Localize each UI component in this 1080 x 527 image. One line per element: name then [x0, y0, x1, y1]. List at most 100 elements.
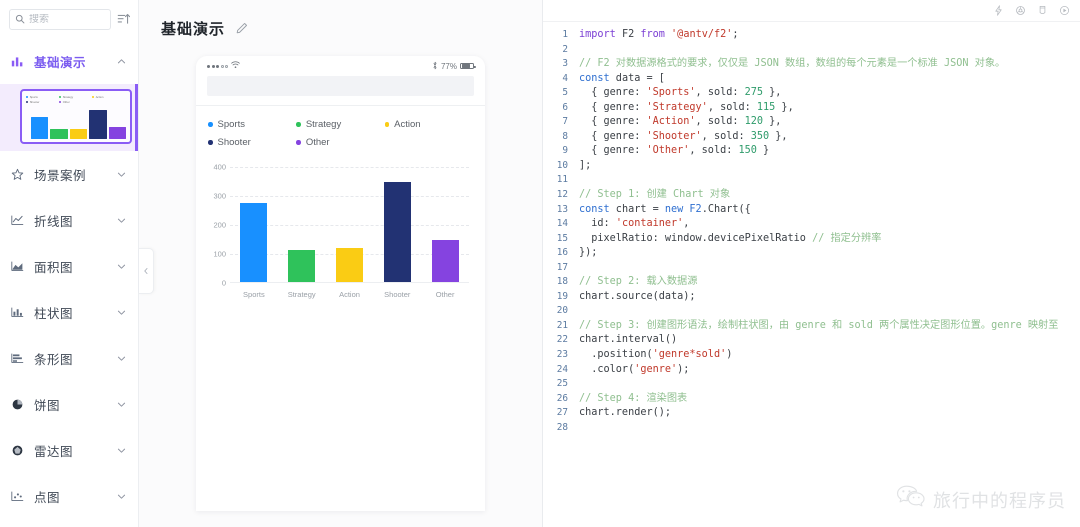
code-text[interactable]: }); — [579, 246, 1080, 261]
sidebar-item-label: 饼图 — [34, 398, 61, 413]
sidebar-item-饼图[interactable]: 饼图 — [0, 381, 138, 427]
chevron-down-icon[interactable] — [116, 307, 127, 318]
legend-item[interactable]: Action — [384, 119, 473, 130]
line-number: 23 — [556, 349, 568, 361]
code-panel: 1 import F2 from '@antv/f2'; 2 3// F2 对数据源格… — [542, 0, 1080, 527]
code-token: // Step 1: 创建 Chart 对象 — [579, 189, 731, 201]
code-token: } — [756, 145, 770, 157]
code-text[interactable]: ]; — [579, 159, 1080, 174]
sidebar-collapse-handle[interactable] — [139, 248, 154, 294]
sort-icon[interactable] — [117, 13, 131, 26]
code-text[interactable]: // Step 2: 载入数据源 — [579, 275, 1080, 290]
code-text[interactable] — [579, 377, 1080, 392]
sidebar-item-条形图[interactable]: 条形图 — [0, 335, 138, 381]
bar-cell[interactable] — [230, 167, 278, 283]
code-text[interactable]: .color('genre'); — [579, 363, 1080, 378]
legend-item[interactable]: Shooter — [208, 137, 296, 148]
code-text[interactable]: { genre: 'Sports', sold: 275 }, — [579, 86, 1080, 101]
bar-cell[interactable] — [421, 167, 469, 283]
bar-cell[interactable] — [278, 167, 326, 283]
run-icon[interactable] — [1059, 5, 1070, 16]
search-input[interactable] — [29, 14, 105, 25]
code-line: 17 — [543, 261, 1080, 276]
chevron-down-icon[interactable] — [116, 261, 127, 272]
sidebar-item-面积图[interactable]: 面积图 — [0, 243, 138, 289]
code-text[interactable]: // Step 4: 渲染图表 — [579, 392, 1080, 407]
chevron-down-icon[interactable] — [116, 491, 127, 502]
code-text[interactable] — [579, 173, 1080, 188]
sidebar-item-基础演示[interactable]: 基础演示 — [0, 38, 138, 84]
code-token: ); — [677, 363, 690, 375]
chevron-down-icon[interactable] — [116, 215, 127, 226]
code-token: }, — [763, 116, 782, 128]
line-number: 9 — [562, 145, 568, 157]
sidebar-item-雷达图[interactable]: 雷达图 — [0, 427, 138, 473]
code-toolbar — [543, 0, 1080, 22]
code-text[interactable]: { genre: 'Other', sold: 150 } — [579, 144, 1080, 159]
legend-item[interactable]: Sports — [208, 119, 296, 130]
code-line: 25 — [543, 377, 1080, 392]
chevron-down-icon[interactable] — [116, 399, 127, 410]
code-text[interactable]: { genre: 'Action', sold: 120 }, — [579, 115, 1080, 130]
chevron-left-icon — [142, 262, 150, 280]
copy-icon[interactable] — [1037, 5, 1048, 16]
line-number: 18 — [556, 276, 568, 288]
chevron-down-icon[interactable] — [116, 445, 127, 456]
area-chart-icon — [11, 259, 25, 273]
code-text[interactable]: const data = [ — [579, 72, 1080, 87]
demo-thumbnail-wrap[interactable]: Sports Strategy Action Shooter Other — [0, 84, 138, 151]
code-text[interactable]: id: 'container', — [579, 217, 1080, 232]
code-text[interactable]: const chart = new F2.Chart({ — [579, 203, 1080, 218]
chevron-down-icon[interactable] — [116, 353, 127, 364]
code-token: chart = — [609, 203, 665, 215]
code-token: const — [579, 72, 610, 84]
phone-urlbar[interactable] — [207, 76, 474, 96]
code-text[interactable]: // Step 1: 创建 Chart 对象 — [579, 188, 1080, 203]
code-token: 'genre*sold' — [652, 349, 727, 361]
bar-cell[interactable] — [326, 167, 374, 283]
legend-item[interactable]: Strategy — [296, 119, 384, 130]
code-text[interactable] — [579, 421, 1080, 436]
code-token: 'Shooter' — [646, 130, 702, 142]
sidebar-item-折线图[interactable]: 折线图 — [0, 197, 138, 243]
search-icon — [15, 11, 25, 29]
code-text[interactable]: // F2 对数据源格式的要求，仅仅是 JSON 数组，数组的每个元素是一个标准… — [579, 57, 1080, 72]
sidebar-search-row — [0, 0, 138, 38]
code-text[interactable]: pixelRatio: window.devicePixelRatio // 指… — [579, 232, 1080, 247]
sidebar-item-label: 雷达图 — [34, 444, 74, 459]
battery-percent: 77% — [440, 61, 457, 71]
gear-icon[interactable] — [1015, 5, 1026, 16]
bar-cell[interactable] — [373, 167, 421, 283]
chevron-down-icon[interactable] — [116, 169, 127, 180]
code-text[interactable]: .position('genre*sold') — [579, 348, 1080, 363]
bolt-icon[interactable] — [993, 5, 1004, 16]
search-box[interactable] — [9, 9, 111, 30]
code-text[interactable] — [579, 304, 1080, 319]
code-token: 'Other' — [646, 145, 690, 157]
sidebar-item-漏斗图[interactable]: 漏斗图 — [0, 519, 138, 527]
code-text[interactable]: // Step 3: 创建图形语法，绘制柱状图，由 genre 和 sold 两… — [579, 319, 1080, 334]
legend-label: Action — [394, 119, 421, 130]
code-token: 'genre' — [634, 363, 678, 375]
code-text[interactable]: { genre: 'Strategy', sold: 115 }, — [579, 101, 1080, 116]
code-line: 11 — [543, 173, 1080, 188]
pencil-icon[interactable] — [235, 21, 249, 35]
code-text[interactable] — [579, 43, 1080, 58]
scatter-chart-icon — [11, 489, 25, 503]
code-token: id: — [579, 218, 616, 230]
code-text[interactable]: chart.render(); — [579, 406, 1080, 421]
code-text[interactable] — [579, 261, 1080, 276]
sidebar-item-柱状图[interactable]: 柱状图 — [0, 289, 138, 335]
sidebar-item-场景案例[interactable]: 场景案例 — [0, 151, 138, 197]
chevron-up-icon[interactable] — [116, 56, 127, 67]
code-text[interactable]: import F2 from '@antv/f2'; — [579, 28, 1080, 43]
code-text[interactable]: chart.interval() — [579, 333, 1080, 348]
code-text[interactable]: chart.source(data); — [579, 290, 1080, 305]
line-number: 8 — [562, 130, 568, 142]
legend-item[interactable]: Other — [296, 137, 384, 148]
line-number: 10 — [556, 159, 568, 171]
demo-thumbnail-card[interactable]: Sports Strategy Action Shooter Other — [20, 89, 132, 144]
code-editor[interactable]: 1 import F2 from '@antv/f2'; 2 3// F2 对数据源格… — [543, 22, 1080, 527]
code-text[interactable]: { genre: 'Shooter', sold: 350 }, — [579, 130, 1080, 145]
sidebar-item-点图[interactable]: 点图 — [0, 473, 138, 519]
